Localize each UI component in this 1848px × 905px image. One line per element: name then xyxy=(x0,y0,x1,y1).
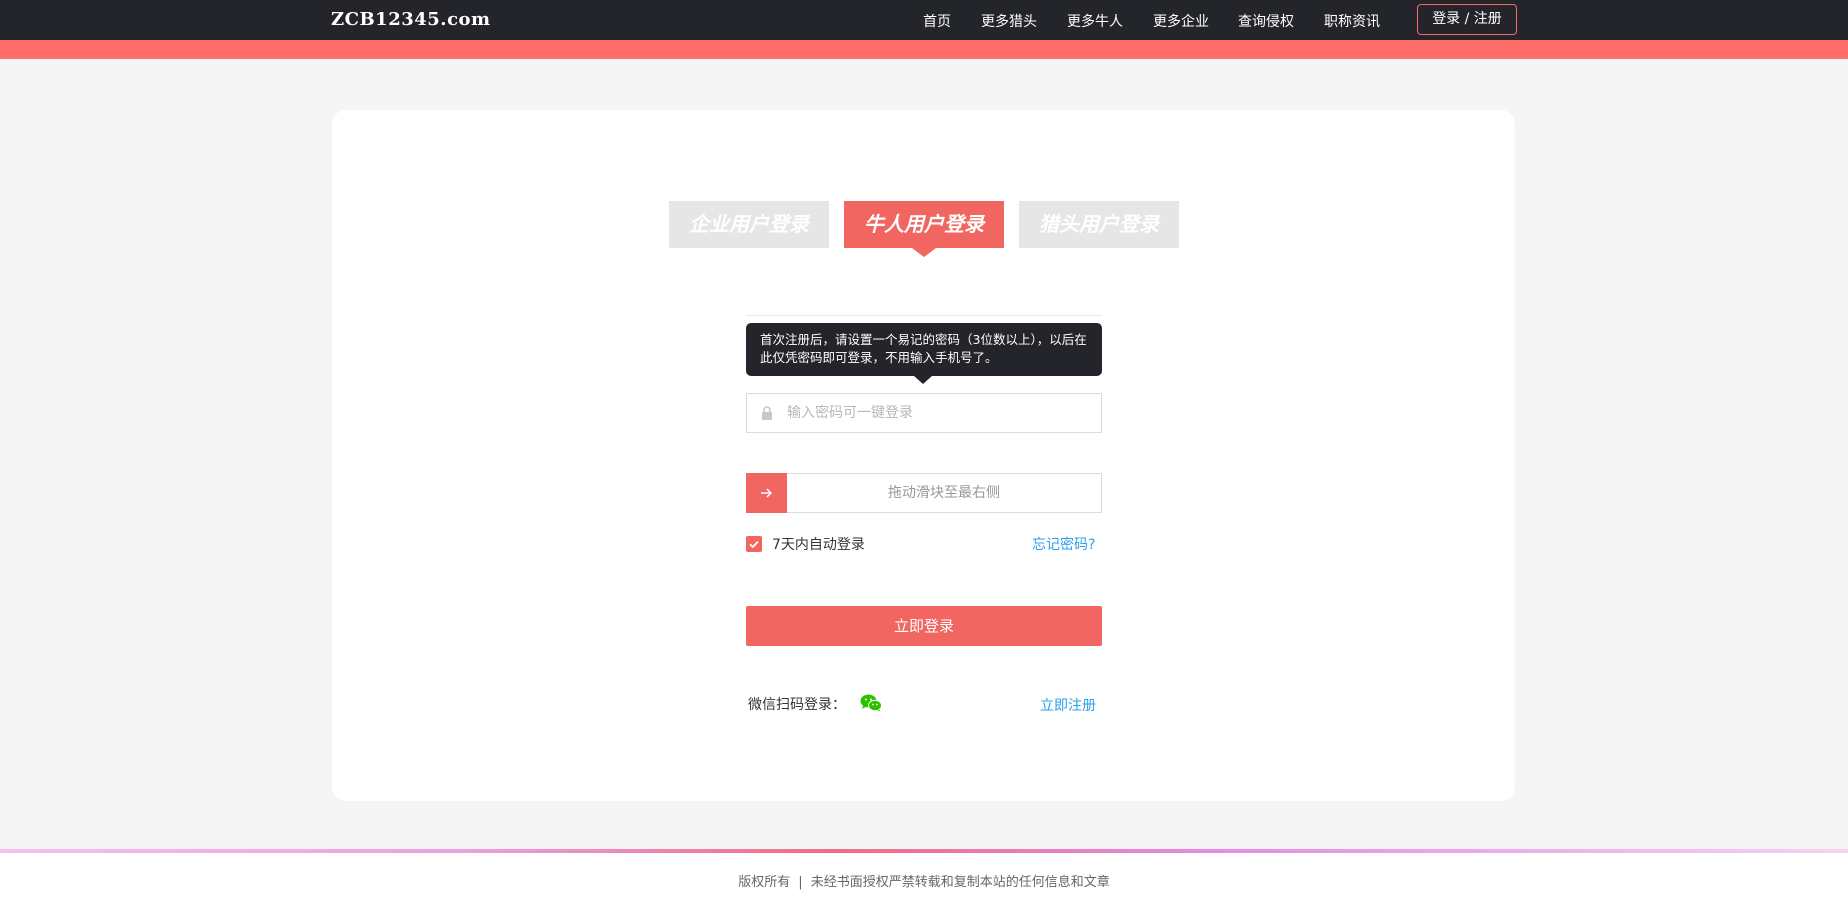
nav-item-companies[interactable]: 更多企业 xyxy=(1153,11,1209,31)
divider xyxy=(746,315,1102,316)
arrow-right-icon xyxy=(761,488,772,498)
nav-item-talents[interactable]: 更多牛人 xyxy=(1067,11,1123,31)
password-hint-tooltip: 首次注册后，请设置一个易记的密码（3位数以上），以后在此仅凭密码即可登录，不用输… xyxy=(746,323,1102,384)
tab-headhunter-login[interactable]: 猎头用户登录 xyxy=(1019,201,1179,248)
login-submit-button[interactable]: 立即登录 xyxy=(746,606,1102,646)
slider-handle[interactable] xyxy=(746,473,787,513)
password-input[interactable] xyxy=(787,394,1087,432)
forgot-password-link[interactable]: 忘记密码? xyxy=(1032,534,1095,554)
nav-item-headhunters[interactable]: 更多猎头 xyxy=(981,11,1037,31)
remember-label: 7天内自动登录 xyxy=(772,537,865,553)
site-logo[interactable]: ZCB12345.com xyxy=(331,9,491,30)
check-icon xyxy=(749,540,759,549)
footer-separator: | xyxy=(798,875,803,890)
top-nav-bar: ZCB12345.com 首页 更多猎头 更多牛人 更多企业 查询侵权 职称资讯… xyxy=(0,0,1848,40)
tab-talent-login[interactable]: 牛人用户登录 xyxy=(844,201,1004,257)
password-field xyxy=(746,393,1102,433)
slide-verify: 拖动滑块至最右侧 xyxy=(746,473,1102,513)
nav-item-infringement[interactable]: 查询侵权 xyxy=(1238,11,1294,31)
nav-item-title-news[interactable]: 职称资讯 xyxy=(1324,11,1380,31)
remember-checkbox[interactable] xyxy=(746,536,762,552)
footer: 版权所有 | 未经书面授权严禁转载和复制本站的任何信息和文章 xyxy=(0,853,1848,905)
copyright-label: 版权所有 xyxy=(738,875,791,890)
lock-icon xyxy=(762,406,772,420)
login-card: 企业用户登录 牛人用户登录 猎头用户登录 首次注册后，请设置一个易记的密码（3位… xyxy=(332,110,1515,801)
wechat-login-label: 微信扫码登录： xyxy=(748,697,846,713)
login-register-button[interactable]: 登录 / 注册 xyxy=(1417,4,1517,35)
wechat-icon[interactable] xyxy=(860,694,882,712)
nav-item-home[interactable]: 首页 xyxy=(923,11,951,31)
register-link[interactable]: 立即注册 xyxy=(1040,695,1096,715)
copyright-notice: 未经书面授权严禁转载和复制本站的任何信息和文章 xyxy=(810,875,1110,890)
slider-instruction: 拖动滑块至最右侧 xyxy=(888,485,1000,501)
copyright-text: 版权所有 | 未经书面授权严禁转载和复制本站的任何信息和文章 xyxy=(0,871,1848,890)
tab-company-login[interactable]: 企业用户登录 xyxy=(669,201,829,248)
accent-strip xyxy=(0,40,1848,59)
